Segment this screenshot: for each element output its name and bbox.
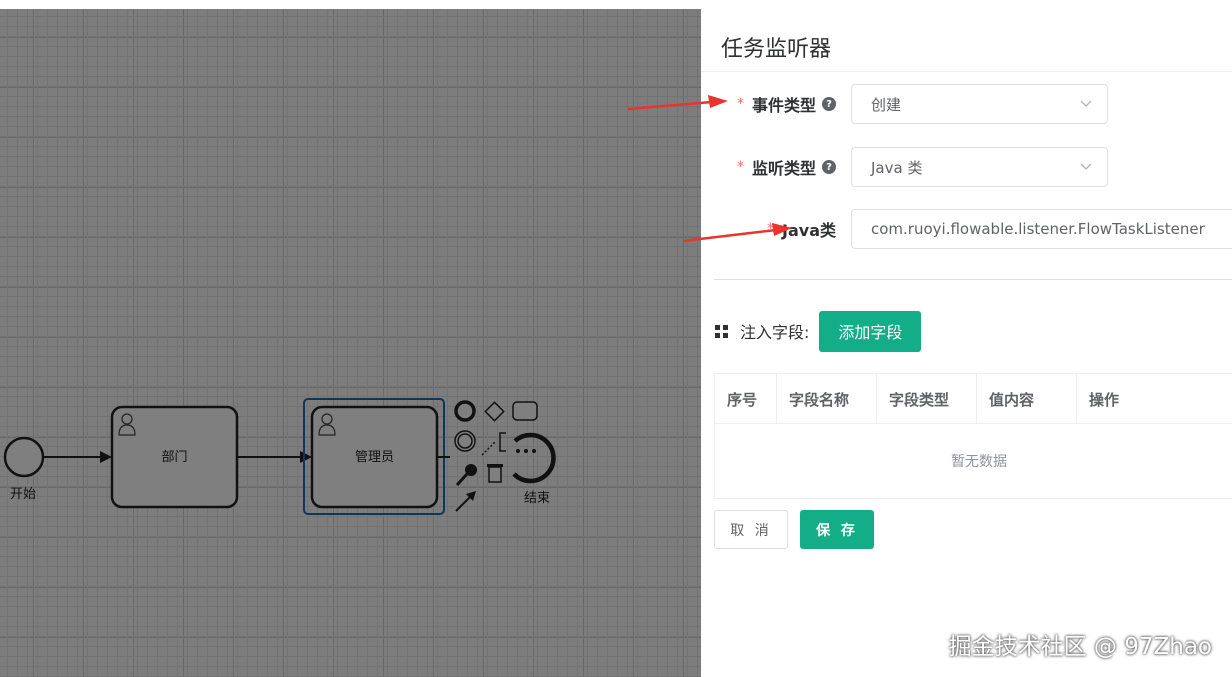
annotation-connector-icon[interactable] (481, 440, 497, 456)
column-header-index: 序号 (715, 374, 777, 424)
add-field-button[interactable]: 添加字段 (819, 310, 922, 352)
fields-table: 序号 字段名称 字段类型 值内容 操作 暂无数据 (714, 373, 1232, 499)
connect-arrow-icon[interactable] (455, 491, 476, 512)
save-button[interactable]: 保 存 (800, 510, 874, 549)
bpmn-diagram (3, 398, 556, 515)
listener-type-value: Java 类 (871, 158, 923, 177)
flow-arrowhead-2 (300, 451, 312, 463)
column-header-actions: 操作 (1089, 390, 1120, 409)
java-class-label: * Java类 (767, 209, 836, 249)
inject-fields-label: 注入字段: (740, 323, 810, 342)
end-event[interactable] (512, 432, 556, 484)
table-empty-text: 暂无数据 (951, 454, 1007, 470)
start-event-label: 开始 (9, 487, 36, 502)
required-asterisk: * (736, 159, 744, 175)
chevron-down-icon (1080, 100, 1092, 107)
end-event-label: 结束 (523, 491, 550, 506)
grid-icon (715, 324, 728, 338)
drawer-title: 任务监听器 (701, 9, 1232, 72)
flow-arrowhead-1 (100, 451, 112, 463)
event-type-label-text: 事件类型 (751, 96, 816, 115)
watermark: 掘金技术社区 @ 97Zhao (948, 634, 1212, 660)
column-header-field-name: 字段名称 (777, 374, 877, 424)
task-admin-label: 管理员 (354, 450, 394, 465)
dot (532, 449, 536, 453)
form-row-java-class: * Java类 com.ruoyi.flowable.listener.Flow… (701, 209, 1232, 249)
event-type-select[interactable]: 创建 (851, 84, 1108, 124)
java-class-label-text: Java类 (782, 221, 836, 240)
form-row-listener-type: * 监听类型 ? Java 类 (701, 147, 1232, 187)
help-icon[interactable]: ? (822, 160, 836, 174)
append-end-event-icon[interactable] (454, 400, 476, 422)
required-asterisk: * (736, 96, 744, 112)
java-class-value: com.ruoyi.flowable.listener.FlowTaskList… (871, 220, 1205, 238)
inject-fields-section: 注入字段: 添加字段 (715, 310, 922, 352)
divider (714, 279, 1232, 280)
form-row-event-type: * 事件类型 ? 创建 (701, 84, 1232, 124)
listener-type-label-text: 监听类型 (751, 159, 816, 178)
event-type-value: 创建 (871, 95, 902, 114)
start-event[interactable] (3, 436, 45, 478)
dot (524, 449, 528, 453)
task-department-label: 部门 (161, 450, 188, 465)
task-listener-drawer: 任务监听器 * 事件类型 ? 创建 * 监听类型 ? Java 类 * Java… (701, 9, 1232, 677)
listener-type-label: * 监听类型 ? (737, 147, 836, 187)
listener-type-select[interactable]: Java 类 (851, 147, 1108, 187)
append-task-icon[interactable] (512, 401, 538, 421)
dot (516, 449, 520, 453)
column-header-field-type: 字段类型 (877, 374, 977, 424)
chevron-down-icon (1080, 163, 1092, 170)
append-gateway-icon[interactable] (484, 401, 505, 422)
event-type-label: * 事件类型 ? (737, 84, 836, 124)
wrench-icon[interactable] (455, 464, 477, 487)
trash-icon[interactable] (487, 464, 503, 483)
cancel-button[interactable]: 取 消 (714, 510, 788, 549)
text-annotation-icon[interactable] (499, 432, 506, 452)
bpmn-canvas[interactable]: 开始 部门 管理员 结束 (0, 9, 701, 677)
drawer-actions: 取 消 保 存 (714, 510, 874, 549)
table-header: 序号 字段名称 字段类型 值内容 操作 (715, 374, 1232, 424)
help-icon[interactable]: ? (822, 97, 836, 111)
column-header-value: 值内容 (977, 374, 1077, 424)
java-class-input[interactable]: com.ruoyi.flowable.listener.FlowTaskList… (851, 209, 1232, 249)
required-asterisk: * (767, 221, 775, 237)
top-strip (0, 0, 701, 9)
